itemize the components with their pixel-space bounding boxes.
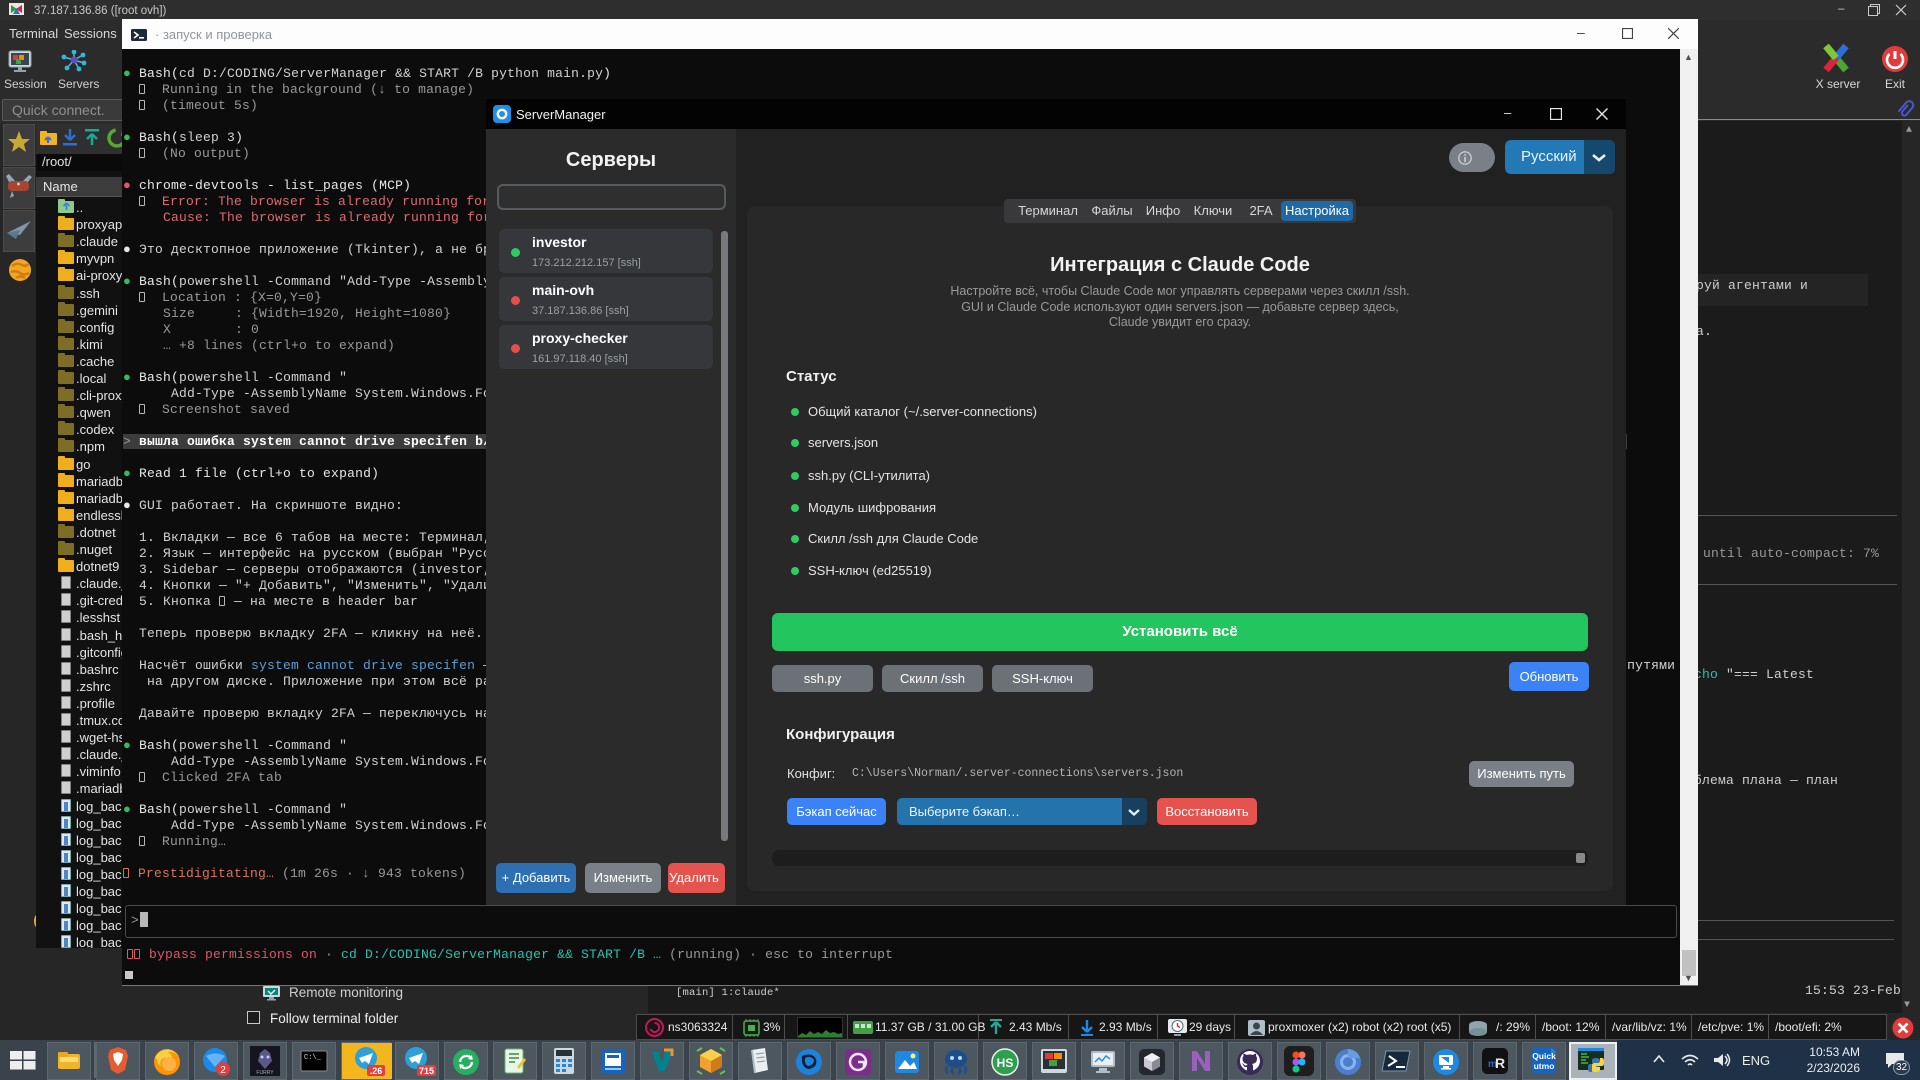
svg-text:.26: .26 (370, 1066, 383, 1076)
svg-text:R: R (1495, 1055, 1505, 1071)
svg-text:715: 715 (419, 1066, 434, 1076)
svg-text:utmo: utmo (1534, 1061, 1555, 1071)
svg-text:FURRY: FURRY (256, 1070, 274, 1076)
svg-text:HS: HS (997, 1056, 1014, 1070)
svg-text:Quick: Quick (1532, 1051, 1556, 1061)
svg-text:C:\_: C:\_ (304, 1054, 322, 1062)
svg-text:2: 2 (220, 1065, 226, 1076)
